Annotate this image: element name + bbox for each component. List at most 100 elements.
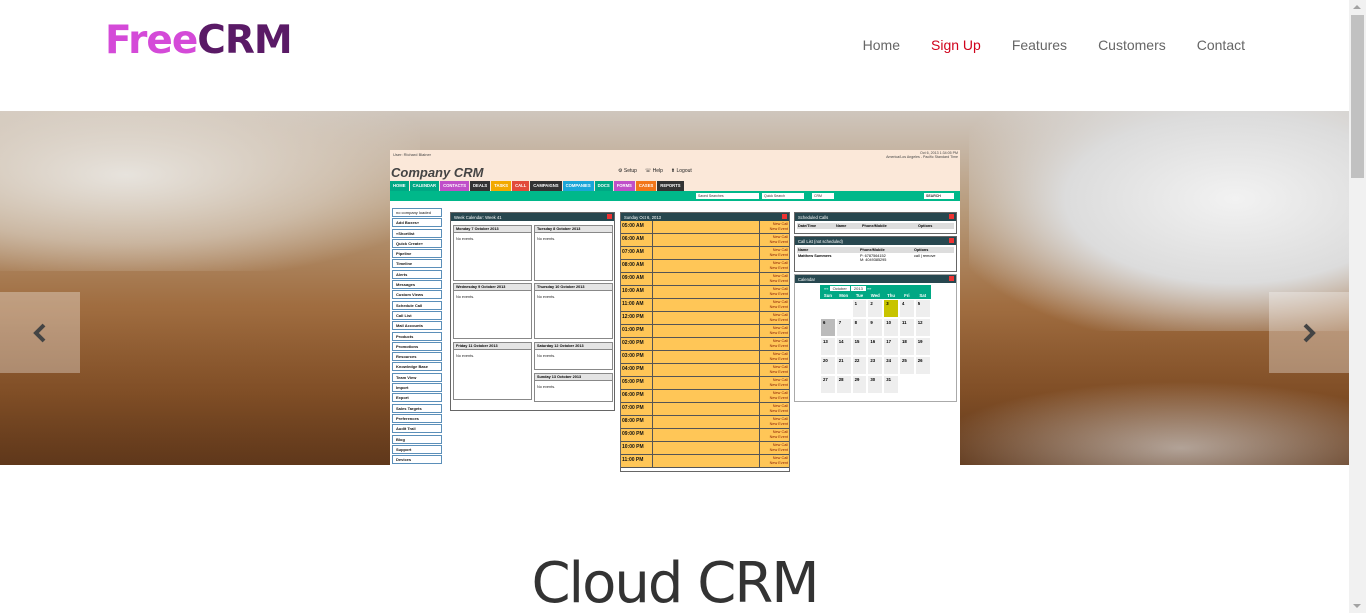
- tab-deals[interactable]: DEALS: [470, 181, 491, 191]
- carousel-prev-button[interactable]: [0, 292, 80, 373]
- hour-slot[interactable]: [653, 364, 759, 376]
- sidebar-item[interactable]: Support: [392, 444, 442, 454]
- new-event-link[interactable]: New Event: [761, 331, 788, 336]
- calendar-day[interactable]: 30: [867, 375, 884, 394]
- hour-slot[interactable]: [653, 247, 759, 259]
- sidebar-item[interactable]: Knowledge Base: [392, 362, 442, 372]
- calendar-day[interactable]: [898, 375, 915, 394]
- sidebar-item[interactable]: Mail Accounts: [392, 321, 442, 331]
- calendar-day[interactable]: [914, 375, 931, 394]
- calendar-day[interactable]: 13: [820, 337, 836, 356]
- logo[interactable]: FreeCRM: [105, 18, 293, 63]
- calendar-day[interactable]: 27: [820, 375, 836, 394]
- tab-call[interactable]: CALL: [512, 181, 530, 191]
- tab-cases[interactable]: CASES: [635, 181, 657, 191]
- sidebar-item[interactable]: Alerts: [392, 269, 442, 279]
- tab-reports[interactable]: REPORTS: [657, 181, 684, 191]
- nav-customers[interactable]: Customers: [1098, 37, 1166, 53]
- calendar-day[interactable]: 22: [851, 356, 868, 375]
- hour-row[interactable]: 04:00 PM New Call New Event: [621, 364, 789, 377]
- new-event-link[interactable]: New Event: [761, 370, 788, 375]
- hour-slot[interactable]: [653, 377, 759, 389]
- hour-slot[interactable]: [653, 429, 759, 441]
- new-event-link[interactable]: New Event: [761, 383, 788, 388]
- sidebar-item[interactable]: Team View: [392, 372, 442, 382]
- hour-row[interactable]: 01:00 PM New Call New Event: [621, 325, 789, 338]
- hour-row[interactable]: 06:00 PM New Call New Event: [621, 390, 789, 403]
- hour-row[interactable]: 10:00 AM New Call New Event: [621, 286, 789, 299]
- hour-row[interactable]: 07:00 PM New Call New Event: [621, 403, 789, 416]
- calendar-day[interactable]: 2: [867, 299, 884, 318]
- quick-search-input[interactable]: Quick Search: [762, 193, 804, 199]
- sidebar-item[interactable]: Import: [392, 383, 442, 393]
- sidebar-item[interactable]: Preferences: [392, 413, 442, 423]
- calendar-day[interactable]: 8: [851, 318, 868, 337]
- new-event-link[interactable]: New Event: [761, 422, 788, 427]
- close-icon[interactable]: [949, 214, 954, 219]
- hour-row[interactable]: 08:00 AM New Call New Event: [621, 260, 789, 273]
- calendar-day[interactable]: 12: [914, 318, 931, 337]
- scroll-up-icon[interactable]: [1353, 5, 1361, 9]
- close-icon[interactable]: [949, 276, 954, 281]
- new-event-link[interactable]: New Event: [761, 305, 788, 310]
- hour-row[interactable]: 02:00 PM New Call New Event: [621, 338, 789, 351]
- calendar-day[interactable]: 10: [883, 318, 899, 337]
- hour-row[interactable]: 10:00 PM New Call New Event: [621, 442, 789, 455]
- calendar-day[interactable]: 11: [898, 318, 915, 337]
- calendar-day[interactable]: 4: [898, 299, 915, 318]
- new-event-link[interactable]: New Event: [761, 461, 788, 466]
- scrollbar[interactable]: [1349, 0, 1366, 613]
- hour-slot[interactable]: [653, 260, 759, 272]
- hour-slot[interactable]: [653, 325, 759, 337]
- calendar-day[interactable]: 23: [867, 356, 884, 375]
- calendar-day[interactable]: 9: [867, 318, 884, 337]
- calendar-day[interactable]: [820, 299, 836, 318]
- hour-slot[interactable]: [653, 390, 759, 402]
- nav-features[interactable]: Features: [1012, 37, 1067, 53]
- new-event-link[interactable]: New Event: [761, 227, 788, 232]
- sidebar-item[interactable]: Sales Targets: [392, 403, 442, 413]
- hour-slot[interactable]: [653, 403, 759, 415]
- hour-slot[interactable]: [653, 286, 759, 298]
- hour-slot[interactable]: [653, 442, 759, 454]
- calendar-day[interactable]: 31: [883, 375, 899, 394]
- sidebar-item[interactable]: Quick Create»: [392, 238, 442, 248]
- calendar-day[interactable]: 15: [851, 337, 868, 356]
- sidebar-item[interactable]: Custom Views: [392, 290, 442, 300]
- crm-select[interactable]: CRM: [812, 193, 834, 199]
- hour-row[interactable]: 11:00 PM New Call New Event: [621, 455, 789, 468]
- help-link[interactable]: ☏ Help: [645, 168, 663, 174]
- calendar-day[interactable]: 16: [867, 337, 884, 356]
- sidebar-item[interactable]: Audit Trail: [392, 424, 442, 434]
- hour-slot[interactable]: [653, 273, 759, 285]
- sidebar-item[interactable]: Resources: [392, 352, 442, 362]
- new-event-link[interactable]: New Event: [761, 344, 788, 349]
- hour-slot[interactable]: [653, 312, 759, 324]
- sidebar-item[interactable]: Schedule Call: [392, 300, 442, 310]
- year-select[interactable]: 2013: [850, 286, 866, 291]
- saved-searches-select[interactable]: Saved Searches: [696, 193, 759, 199]
- tab-home[interactable]: HOME: [390, 181, 409, 191]
- sidebar-item[interactable]: Export: [392, 393, 442, 403]
- new-event-link[interactable]: New Event: [761, 240, 788, 245]
- hour-row[interactable]: 05:00 AM New Call New Event: [621, 221, 789, 234]
- calendar-day[interactable]: 14: [835, 337, 852, 356]
- calendar-day[interactable]: 17: [883, 337, 899, 356]
- logout-link[interactable]: ⬆ Logout: [671, 168, 692, 174]
- sidebar-item[interactable]: Timeline: [392, 259, 442, 269]
- hour-row[interactable]: 09:00 AM New Call New Event: [621, 273, 789, 286]
- calendar-day[interactable]: 25: [898, 356, 915, 375]
- calendar-day[interactable]: 7: [835, 318, 852, 337]
- hour-row[interactable]: 07:00 AM New Call New Event: [621, 247, 789, 260]
- sidebar-item[interactable]: «Shortlist: [392, 228, 442, 238]
- close-icon[interactable]: [607, 214, 612, 219]
- nav-sign-up[interactable]: Sign Up: [931, 37, 981, 53]
- new-event-link[interactable]: New Event: [761, 435, 788, 440]
- hour-slot[interactable]: [653, 234, 759, 246]
- new-event-link[interactable]: New Event: [761, 292, 788, 297]
- hour-row[interactable]: 12:00 PM New Call New Event: [621, 312, 789, 325]
- calendar-day[interactable]: 28: [835, 375, 852, 394]
- tab-tasks[interactable]: TASKS: [491, 181, 512, 191]
- nav-contact[interactable]: Contact: [1197, 37, 1245, 53]
- hour-slot[interactable]: [653, 338, 759, 350]
